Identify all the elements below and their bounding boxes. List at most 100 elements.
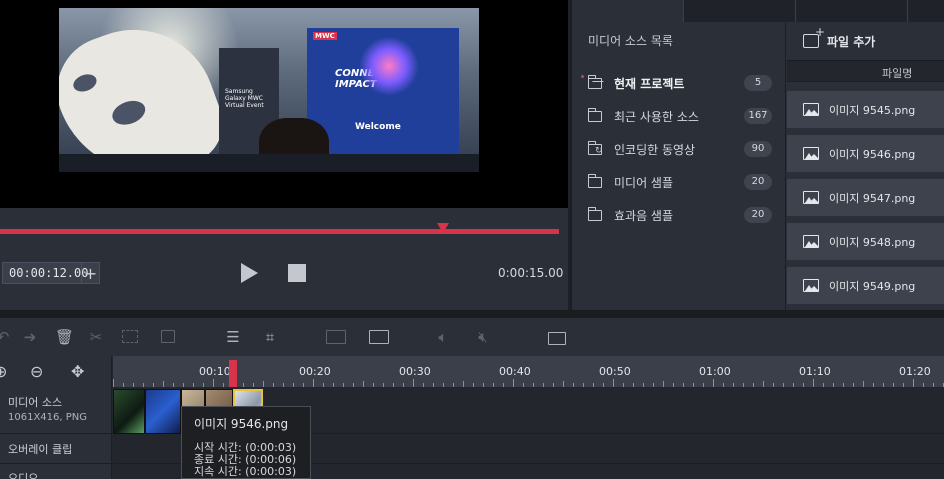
ruler-tick — [213, 379, 214, 387]
ruler-tick — [713, 379, 714, 387]
file-name: 이미지 9545.png — [829, 103, 916, 117]
source-item-encoded[interactable]: 인코딩한 동영상 90 — [572, 135, 786, 163]
crop-icon[interactable]: ⌗ — [260, 327, 280, 347]
volume-icon[interactable]: 🔈︎ — [433, 327, 453, 347]
play-icon[interactable] — [241, 263, 258, 283]
tick-label: 00:40 — [499, 365, 531, 378]
time-ruler[interactable]: 00:10 00:20 00:30 00:40 00:50 01:00 01:1… — [113, 356, 944, 387]
ruler-tick — [513, 379, 514, 387]
split-icon[interactable] — [158, 327, 180, 347]
source-item-recent[interactable]: 최근 사용한 소스 167 — [572, 102, 786, 130]
source-item-current-project[interactable]: 현재 프로젝트 5 — [572, 69, 786, 97]
tab-3[interactable] — [796, 0, 908, 22]
track-info: 1061X416, PNG — [8, 412, 88, 423]
image-icon — [803, 147, 819, 160]
video-frame: Samsung Galaxy MWC Virtual Event MWC CON… — [59, 8, 479, 172]
file-row[interactable]: 이미지 9549.png — [787, 267, 944, 307]
cut-icon[interactable]: ✂ — [88, 327, 104, 347]
clip-thumbnail[interactable] — [145, 389, 181, 434]
file-row[interactable]: 이미지 9545.png — [787, 91, 944, 131]
current-time-field[interactable]: 00:00:12.00 + — [2, 262, 100, 284]
count-badge: 167 — [744, 108, 772, 124]
source-list-title: 미디어 소스 목록 — [588, 34, 673, 48]
tick-label: 00:10 — [199, 365, 231, 378]
source-label: 인코딩한 동영상 — [614, 142, 696, 157]
folder-icon — [587, 107, 602, 122]
source-label: 미디어 샘플 — [614, 175, 674, 190]
clip-tooltip: 이미지 9546.png 시작 시간: (0:00:03) 종료 시간: (0:… — [181, 406, 311, 479]
image-icon — [803, 191, 819, 204]
tab-4[interactable] — [908, 0, 944, 22]
media-source-panel: 미디어 소스 목록 현재 프로젝트 5 최근 사용한 소스 167 인코딩한 동… — [570, 0, 944, 310]
tooltip-title: 이미지 9546.png — [194, 417, 289, 431]
image-icon — [803, 103, 819, 116]
image-right-icon[interactable] — [367, 327, 393, 347]
track-header-audio[interactable]: 오디오 — [0, 464, 112, 479]
count-badge: 20 — [744, 174, 772, 190]
filename-column-header[interactable]: 파일명 — [787, 60, 944, 82]
tick-label: 01:20 — [899, 365, 931, 378]
adjust-icon[interactable]: ☰ — [223, 327, 243, 347]
file-name: 이미지 9548.png — [829, 235, 916, 249]
tab-media[interactable] — [572, 0, 684, 22]
stop-icon[interactable] — [288, 264, 306, 282]
seek-handle[interactable] — [437, 223, 449, 233]
file-row[interactable]: 이미지 9547.png — [787, 179, 944, 219]
panel-divider[interactable] — [0, 310, 944, 318]
image-left-icon[interactable] — [322, 327, 348, 347]
add-file-button[interactable]: 파일 추가 — [803, 25, 875, 50]
delete-icon[interactable]: 🗑︎ — [55, 327, 74, 347]
samsung-board-text: Samsung Galaxy MWC Virtual Event — [225, 88, 264, 109]
file-name: 이미지 9549.png — [829, 279, 916, 293]
source-item-media-samples[interactable]: 미디어 샘플 20 — [572, 168, 786, 196]
track-header-overlay[interactable]: 오버레이 클립 — [0, 434, 112, 464]
current-time-value[interactable]: 00:00:12.00 — [3, 266, 88, 280]
file-row[interactable]: 이미지 9546.png — [787, 135, 944, 175]
timeline-playhead[interactable] — [229, 360, 237, 387]
total-time: 0:00:15.00 — [498, 266, 564, 280]
source-item-sound-samples[interactable]: 효과음 샘플 20 — [572, 201, 786, 229]
tick-label: 00:30 — [399, 365, 431, 378]
folder-icon — [587, 173, 602, 188]
track-name: 오디오 — [8, 472, 39, 479]
source-label: 효과음 샘플 — [614, 208, 674, 223]
filename-header-label: 파일명 — [882, 67, 913, 80]
track-name: 미디어 소스 — [8, 396, 63, 409]
tick-label: 01:10 — [799, 365, 831, 378]
undo-icon[interactable]: ↶ — [0, 327, 10, 347]
ruler-tick — [413, 379, 414, 387]
tab-2[interactable] — [684, 0, 796, 22]
ruler-tick — [113, 379, 114, 387]
mwc-logo-text: MWC — [313, 32, 337, 40]
mute-icon[interactable]: 🔇︎ — [473, 327, 493, 347]
count-badge: 5 — [744, 75, 772, 91]
image-icon — [803, 279, 819, 292]
timeline: ⊕ ⊖ ✥ 00:10 00:20 00:30 00:40 00:50 01:0… — [0, 356, 944, 479]
welcome-text: Welcome — [355, 122, 401, 132]
plus-icon[interactable]: + — [81, 263, 99, 283]
folder-open-icon — [587, 74, 602, 89]
clip-thumbnail[interactable] — [113, 389, 145, 434]
ruler-tick — [313, 379, 314, 387]
source-label: 현재 프로젝트 — [614, 76, 685, 91]
zoom-in-icon[interactable]: ⊕ — [0, 362, 7, 381]
zoom-out-icon[interactable]: ⊖ — [30, 362, 43, 381]
file-name: 이미지 9546.png — [829, 147, 916, 161]
select-area-icon[interactable] — [120, 327, 142, 347]
count-badge: 90 — [744, 141, 772, 157]
source-label: 최근 사용한 소스 — [614, 109, 699, 124]
seek-bar[interactable] — [0, 229, 559, 234]
file-name: 이미지 9547.png — [829, 191, 916, 205]
track-name: 오버레이 클립 — [8, 443, 73, 456]
file-row[interactable]: 이미지 9548.png — [787, 223, 944, 263]
tick-label: 00:20 — [299, 365, 331, 378]
preview-panel: Samsung Galaxy MWC Virtual Event MWC CON… — [0, 0, 568, 310]
count-badge: 20 — [744, 207, 772, 223]
move-icon[interactable]: ✥ — [71, 362, 84, 381]
file-pane: 파일 추가 파일명 이미지 9545.png 이미지 9546.png 이미지 … — [787, 22, 944, 310]
redo-icon[interactable]: ➔ — [22, 327, 38, 347]
track-header-media[interactable]: 미디어 소스 1061X416, PNG — [0, 387, 112, 434]
ruler-tick — [813, 379, 814, 387]
export-frame-icon[interactable] — [540, 327, 568, 347]
tick-label: 01:00 — [699, 365, 731, 378]
